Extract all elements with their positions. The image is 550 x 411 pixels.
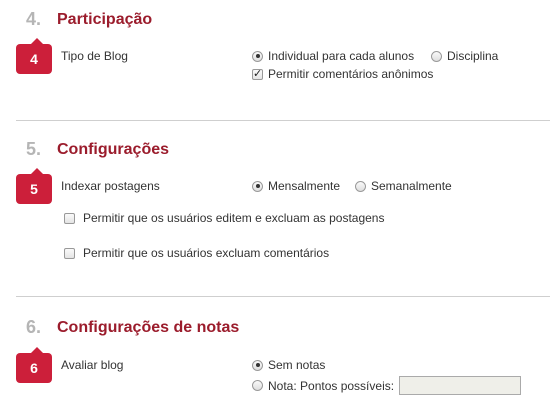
checkbox-editar-postagens[interactable]: Permitir que os usuários editem e exclua…: [64, 211, 384, 225]
checkbox-icon[interactable]: [252, 67, 263, 80]
checkbox-label: Permitir que os usuários editem e exclua…: [83, 211, 385, 225]
radio-mensalmente[interactable]: Mensalmente: [252, 179, 340, 193]
step-badge: 5: [16, 168, 52, 204]
section-title: Configurações: [57, 141, 170, 158]
radio-label: Nota: Pontos possíveis:: [268, 378, 395, 393]
checkbox-icon[interactable]: [64, 247, 75, 259]
step-badge: 6: [16, 347, 52, 383]
radio-icon[interactable]: [252, 359, 263, 371]
section-title: Participação: [57, 11, 153, 28]
checkbox-label: Permitir comentários anônimos: [268, 67, 434, 81]
radio-icon[interactable]: [252, 380, 263, 391]
radio-label: Semanalmente: [371, 179, 452, 193]
section-divider: [16, 296, 550, 297]
checkbox-excluir-comentarios[interactable]: Permitir que os usuários excluam comentá…: [64, 246, 329, 260]
checkbox-icon[interactable]: [64, 212, 75, 224]
avaliar-blog-label: Avaliar blog: [61, 358, 124, 372]
radio-label: Disciplina: [447, 49, 499, 63]
checkbox-comentarios-anonimos[interactable]: Permitir comentários anônimos: [252, 67, 433, 81]
section-title: Configurações de notas: [57, 319, 240, 336]
indexar-label: Indexar postagens: [61, 179, 160, 193]
radio-disciplina[interactable]: Disciplina: [431, 49, 498, 63]
section-number: 4.: [26, 9, 42, 29]
radio-sem-notas[interactable]: Sem notas: [252, 358, 325, 372]
radio-individual[interactable]: Individual para cada alunos: [252, 49, 414, 63]
step-badge: 4: [16, 38, 52, 74]
radio-label: Individual para cada alunos: [268, 49, 415, 63]
checkbox-label: Permitir que os usuários excluam comentá…: [83, 246, 330, 260]
section-divider: [16, 120, 550, 121]
radio-icon[interactable]: [431, 50, 442, 62]
radio-label: Mensalmente: [268, 179, 341, 193]
radio-nota-pontos[interactable]: Nota: Pontos possíveis:: [252, 376, 522, 395]
radio-semanalmente[interactable]: Semanalmente: [355, 179, 452, 193]
section-number: 6.: [26, 317, 42, 337]
radio-label: Sem notas: [268, 358, 326, 372]
tipo-blog-label: Tipo de Blog: [61, 49, 128, 63]
radio-icon[interactable]: [355, 180, 366, 192]
radio-icon[interactable]: [252, 180, 263, 192]
radio-icon[interactable]: [252, 50, 263, 62]
pontos-possiveis-input[interactable]: [399, 376, 522, 395]
section-number: 5.: [26, 139, 42, 159]
